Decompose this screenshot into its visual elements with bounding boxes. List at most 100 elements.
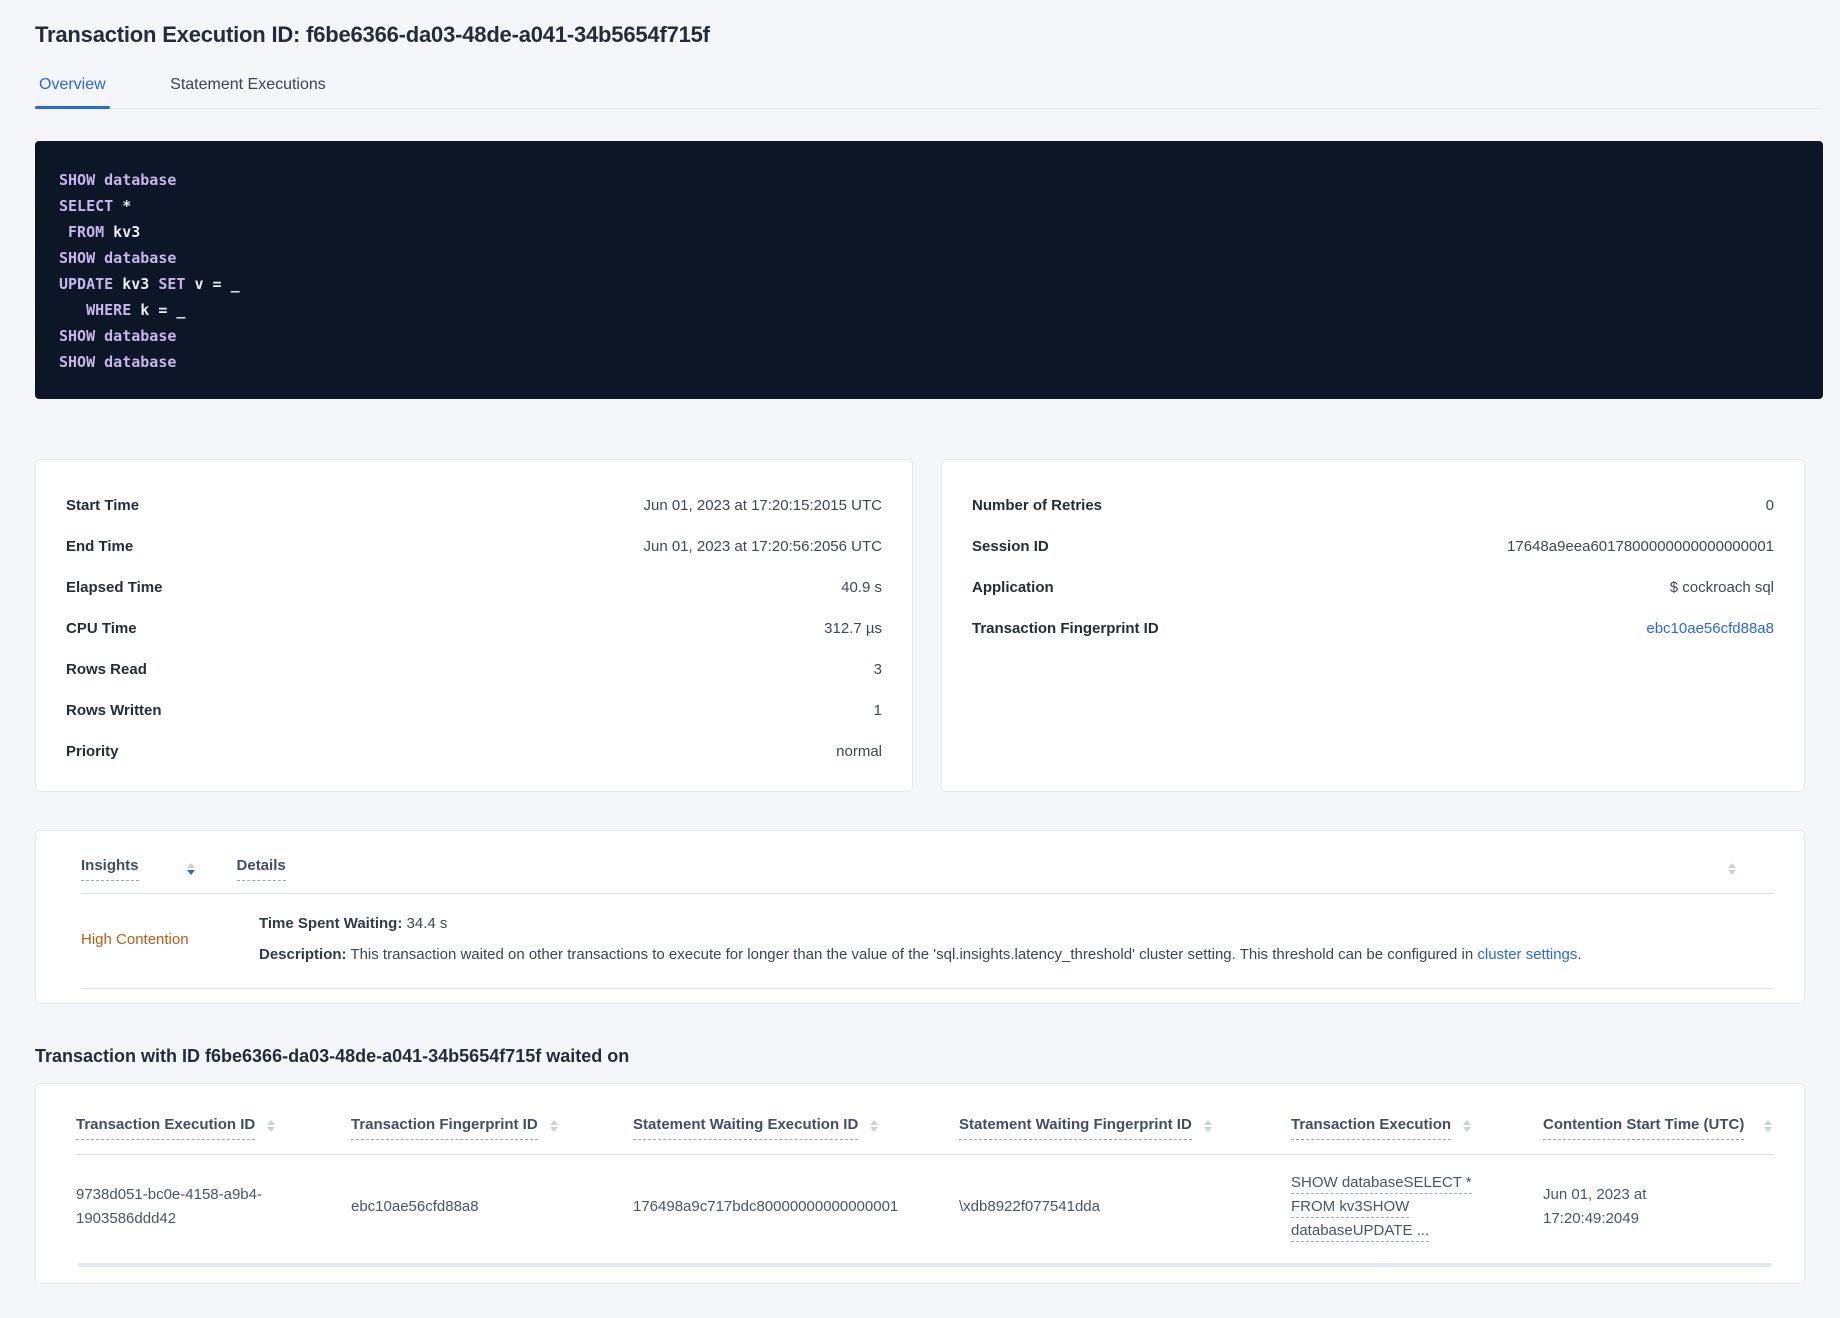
transaction-fingerprint-id-cell: ebc10ae56cfd88a8 <box>351 1198 479 1215</box>
tab-overview[interactable]: Overview <box>35 76 110 109</box>
description-label: Description: <box>259 946 347 963</box>
waited-on-table-header: Transaction Execution ID Transaction Fin… <box>76 1108 1774 1140</box>
sort-button[interactable] <box>1764 1120 1772 1132</box>
priority-value: normal <box>836 743 882 760</box>
summary-label: Rows Read <box>66 661 147 678</box>
header-cell: Transaction Fingerprint ID <box>351 1116 633 1140</box>
sort-button[interactable] <box>1463 1120 1472 1132</box>
rows-written-value: 1 <box>873 702 882 719</box>
horizontal-scrollbar[interactable] <box>78 1263 1772 1267</box>
details-column-header[interactable]: Details <box>236 857 286 881</box>
summary-row: Application $ cockroach sql <box>972 576 1774 599</box>
summary-label: Priority <box>66 743 119 760</box>
summary-label: Transaction Fingerprint ID <box>972 620 1159 637</box>
sql-token: * <box>113 197 132 215</box>
sql-line: FROM kv3 <box>59 219 1793 245</box>
start-time-value: Jun 01, 2023 at 17:20:15:2015 UTC <box>643 497 882 514</box>
page-title: Transaction Execution ID: f6be6366-da03-… <box>35 22 710 47</box>
summary-row: Priority normal <box>66 740 882 763</box>
sql-token: WHERE <box>59 301 132 319</box>
sql-line: SHOW database <box>59 167 1793 193</box>
waiting-label: Time Spent Waiting: <box>259 915 403 932</box>
summary-label: Start Time <box>66 497 140 514</box>
summary-label: End Time <box>66 538 134 555</box>
application-value: $ cockroach sql <box>1669 579 1774 596</box>
tab-statement-executions[interactable]: Statement Executions <box>166 76 330 108</box>
summary-label: Application <box>972 579 1054 596</box>
sql-token: SHOW database <box>59 249 177 267</box>
insights-column-header[interactable]: Insights <box>81 857 139 881</box>
sql-preview-line: SHOW databaseSELECT * <box>1291 1171 1513 1195</box>
sort-button[interactable] <box>870 1120 879 1132</box>
summary-row: Rows Read 3 <box>66 658 882 681</box>
waited-on-heading: Transaction with ID f6be6366-da03-48de-a… <box>35 1046 630 1066</box>
sql-token: SET <box>158 275 186 293</box>
contention-start-time-column-header[interactable]: Contention Start Time (UTC) <box>1543 1116 1745 1140</box>
sort-up-icon <box>870 1120 879 1125</box>
elapsed-time-value: 40.9 s <box>841 579 882 596</box>
insights-table-card: Insights Details High Contention Time Sp… <box>35 830 1805 1004</box>
sort-down-icon <box>1728 870 1736 875</box>
header-cell: Contention Start Time (UTC) <box>1543 1116 1774 1140</box>
summary-row: Transaction Fingerprint ID ebc10ae56cfd8… <box>972 617 1774 640</box>
cluster-settings-link[interactable]: cluster settings <box>1477 946 1577 963</box>
summary-label: CPU Time <box>66 620 137 637</box>
sql-token: FROM <box>59 223 105 241</box>
sql-preview-line: FROM kv3SHOW <box>1291 1195 1513 1219</box>
summary-row: Rows Written 1 <box>66 699 882 722</box>
sort-up-icon <box>186 863 195 868</box>
transaction-execution-column-header[interactable]: Transaction Execution <box>1291 1116 1452 1140</box>
transaction-execution-id-column-header[interactable]: Transaction Execution ID <box>76 1116 256 1140</box>
statement-waiting-fingerprint-id-column-header[interactable]: Statement Waiting Fingerprint ID <box>959 1116 1192 1140</box>
summary-label: Rows Written <box>66 702 162 719</box>
sort-down-icon <box>1764 1127 1772 1132</box>
sql-preview-line: databaseUPDATE ... <box>1291 1219 1513 1243</box>
insight-row: High Contention Time Spent Waiting: 34.4… <box>81 894 1774 989</box>
transaction-execution-id-cell: 9738d051-bc0e-4158-a9b4-1903586ddd42 <box>76 1186 262 1227</box>
statement-waiting-execution-id-cell: 176498a9c717bdc80000000000000001 <box>633 1198 899 1215</box>
contention-start-time-cell: Jun 01, 2023 at 17:20:49:2049 <box>1543 1186 1647 1227</box>
sql-token: SHOW database <box>59 327 177 345</box>
rows-read-value: 3 <box>873 661 882 678</box>
sort-button[interactable] <box>1728 863 1736 875</box>
sql-token: SHOW database <box>59 353 177 371</box>
insight-type-badge: High Contention <box>81 930 189 948</box>
sql-token: k = _ <box>131 301 186 319</box>
sort-down-icon <box>549 1127 558 1132</box>
insights-table-header: Insights Details <box>81 847 1774 894</box>
session-summary-card: Number of Retries 0 Session ID 17648a9ee… <box>941 459 1805 792</box>
statement-waiting-execution-id-column-header[interactable]: Statement Waiting Execution ID <box>633 1116 859 1140</box>
transaction-sql-statements: SHOW database SELECT * FROM kv3 SHOW dat… <box>35 141 1823 399</box>
transaction-details-page: Transaction Execution ID: f6be6366-da03-… <box>0 0 1840 1284</box>
sql-token: SHOW database <box>59 171 177 189</box>
summary-row: Start Time Jun 01, 2023 at 17:20:15:2015… <box>66 494 882 517</box>
sql-token: kv3 <box>104 223 141 241</box>
sort-button[interactable] <box>1203 1120 1212 1132</box>
transaction-execution-preview-link[interactable]: SHOW databaseSELECT * FROM kv3SHOW datab… <box>1291 1171 1543 1243</box>
header-cell: Statement Waiting Execution ID <box>633 1116 959 1140</box>
sql-line: WHERE k = _ <box>59 297 1793 323</box>
timing-summary-card: Start Time Jun 01, 2023 at 17:20:15:2015… <box>35 459 913 792</box>
sql-token: SELECT <box>59 197 114 215</box>
statement-waiting-fingerprint-id-cell: \xdb8922f077541dda <box>959 1198 1100 1215</box>
waited-on-table-row: 9738d051-bc0e-4158-a9b4-1903586ddd42 ebc… <box>76 1155 1774 1263</box>
sort-button[interactable] <box>549 1120 558 1132</box>
sort-up-icon <box>1203 1120 1212 1125</box>
sort-button[interactable] <box>267 1120 276 1132</box>
transaction-fingerprint-id-link[interactable]: ebc10ae56cfd88a8 <box>1646 617 1774 640</box>
description-text: This transaction waited on other transac… <box>346 946 1478 963</box>
summary-row: Session ID 17648a9eea6017800000000000000… <box>972 535 1774 558</box>
sort-up-icon <box>1764 1120 1772 1125</box>
sort-button[interactable] <box>186 863 195 875</box>
transaction-fingerprint-id-column-header[interactable]: Transaction Fingerprint ID <box>351 1116 538 1140</box>
header-cell: Transaction Execution <box>1291 1116 1543 1140</box>
sort-down-icon <box>267 1127 276 1132</box>
waited-on-table-card: Transaction Execution ID Transaction Fin… <box>35 1083 1805 1284</box>
sort-up-icon <box>549 1120 558 1125</box>
time-spent-waiting: Time Spent Waiting: 34.4 s <box>259 912 1774 935</box>
number-of-retries-value: 0 <box>1765 497 1774 514</box>
header-cell: Statement Waiting Fingerprint ID <box>959 1116 1291 1140</box>
sort-up-icon <box>267 1120 276 1125</box>
session-id-value: 17648a9eea6017800000000000000001 <box>1507 538 1774 555</box>
summary-row: Elapsed Time 40.9 s <box>66 576 882 599</box>
